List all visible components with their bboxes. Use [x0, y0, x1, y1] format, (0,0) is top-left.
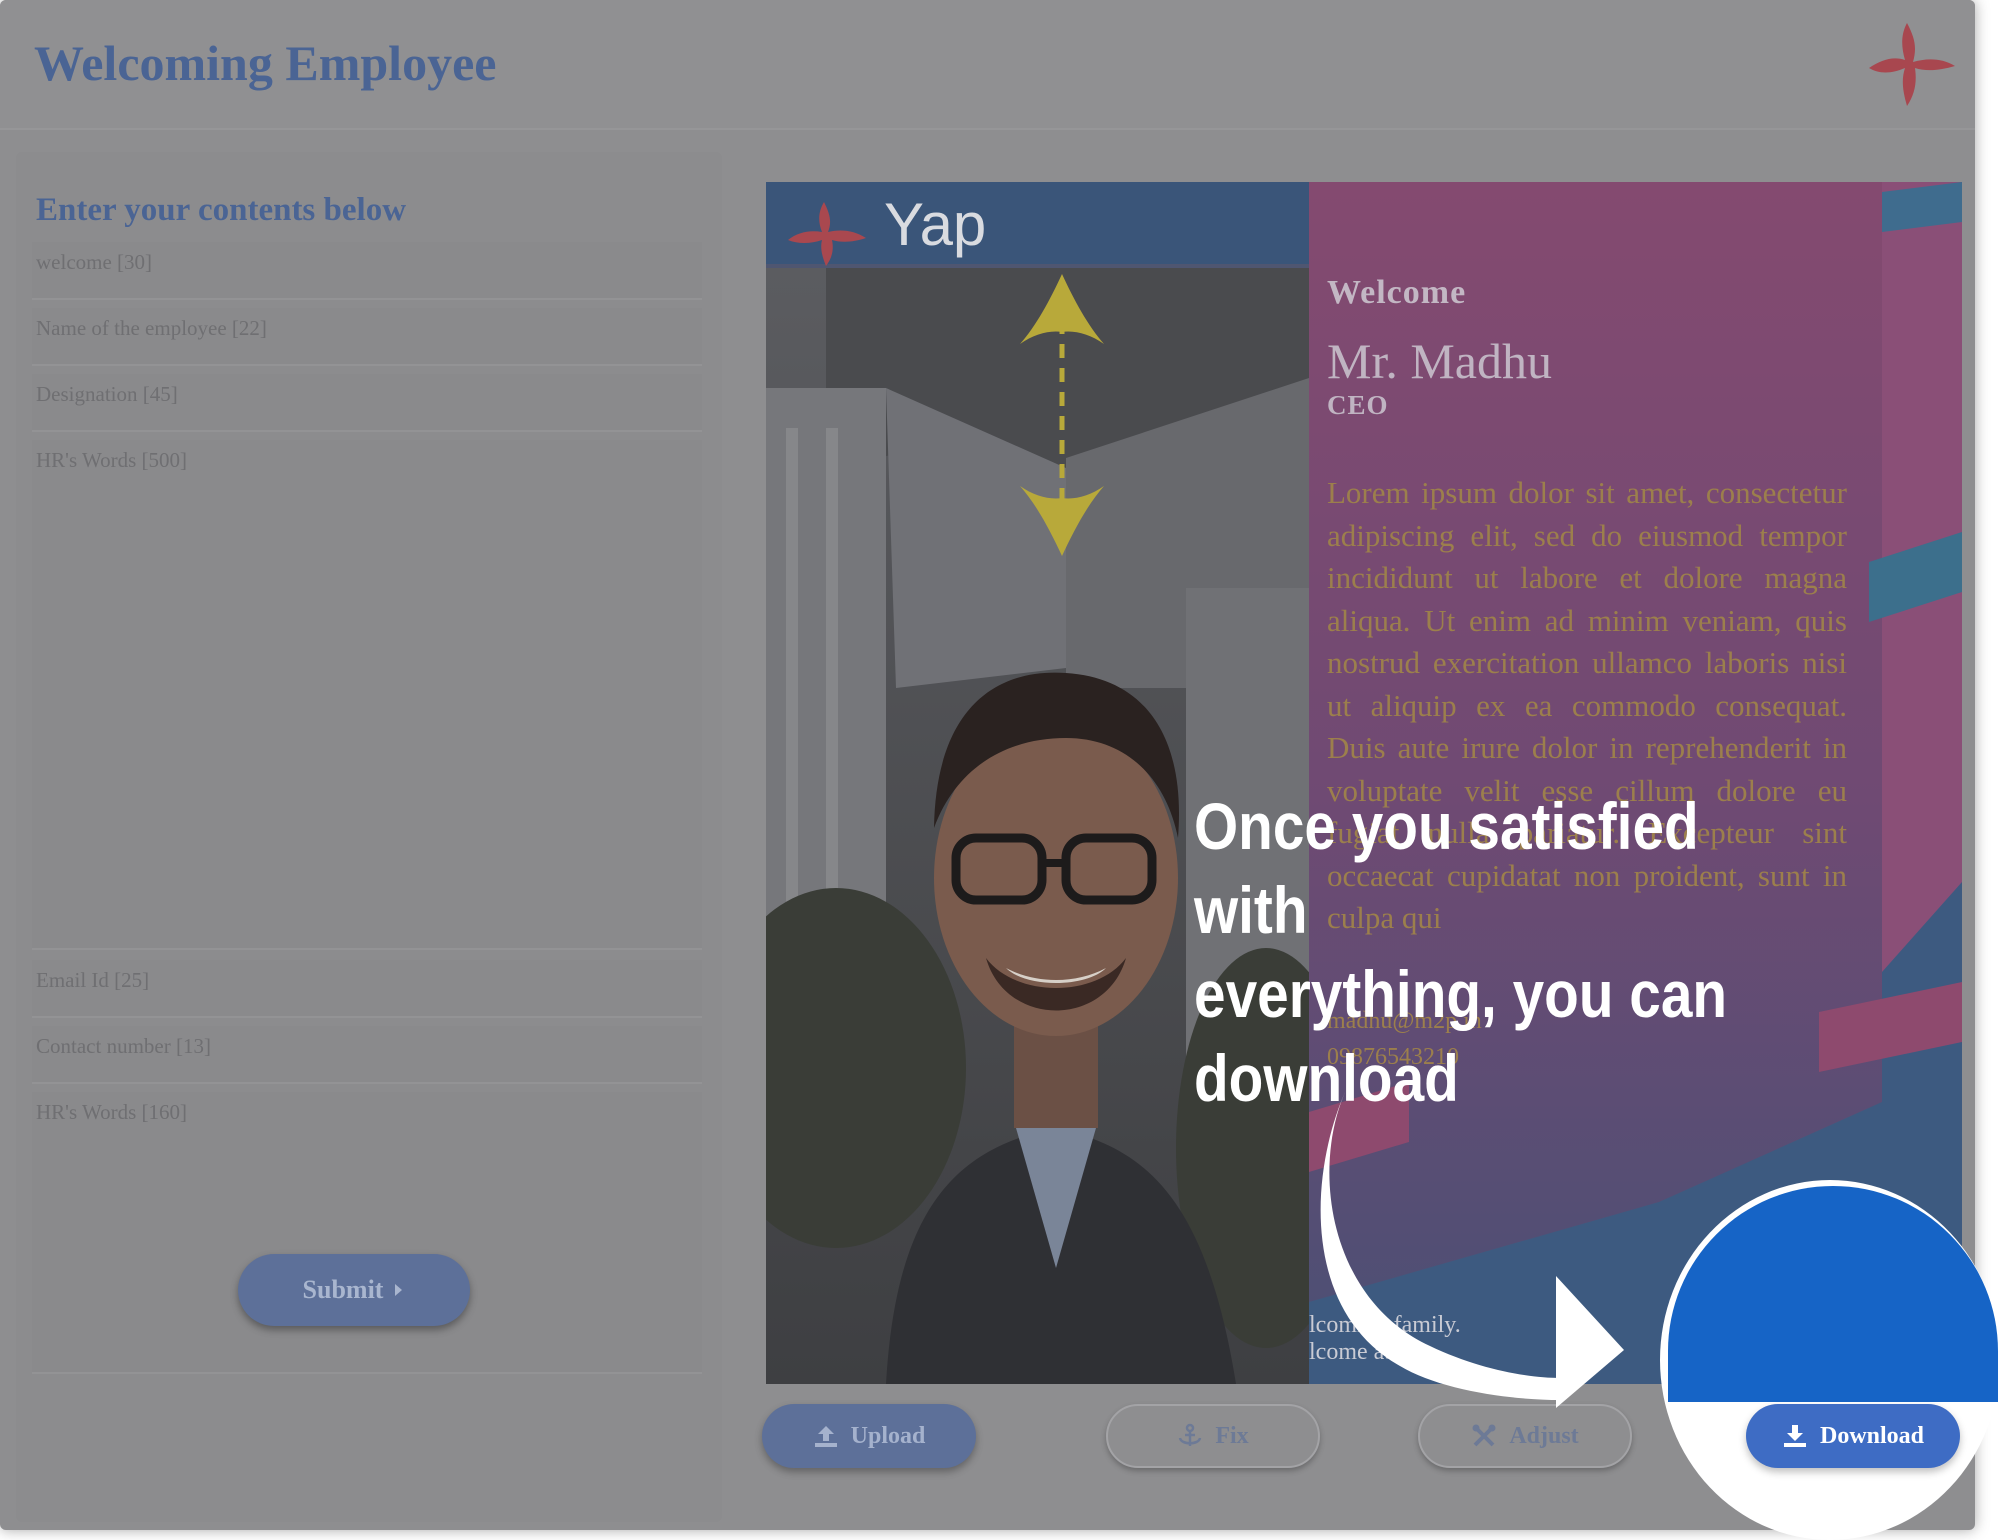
tutorial-hint-line-3: download [1194, 1041, 1459, 1115]
contact-number-placeholder: Contact number [13] [36, 1034, 211, 1058]
email-input[interactable]: Email Id [25] [32, 960, 702, 1018]
tutorial-hint-line-1: Once you satisfied with [1194, 789, 1699, 947]
contact-number-input[interactable]: Contact number [13] [32, 1026, 702, 1084]
adjust-button[interactable]: Adjust [1418, 1404, 1632, 1468]
upload-icon [814, 1426, 837, 1447]
page-title: Welcoming Employee [34, 35, 497, 91]
fix-label: Fix [1215, 1422, 1249, 1449]
card-brand-name: Yap [884, 191, 987, 258]
upload-label: Upload [850, 1422, 926, 1449]
tutorial-hint-line-2: everything, you can [1194, 957, 1728, 1031]
chevron-right-icon [395, 1284, 403, 1296]
hr-short-words-placeholder: HR's Words [160] [36, 1100, 188, 1124]
hr-words-textarea[interactable]: HR's Words [500] [32, 440, 702, 950]
yap-logo-icon [788, 202, 866, 266]
download-label: Download [1819, 1422, 1925, 1449]
employee-name-input[interactable]: Name of the employee [22] [32, 308, 702, 366]
tools-icon [1472, 1424, 1496, 1447]
hr-short-words-textarea[interactable]: HR's Words [160] [32, 1092, 702, 1374]
email-placeholder: Email Id [25] [36, 968, 150, 992]
hr-words-placeholder: HR's Words [500] [36, 448, 188, 472]
tutorial-hint-text: Once you satisfied with everything, you … [1194, 784, 1762, 1120]
card-employee-name: Mr. Madhu [1327, 333, 1552, 389]
welcome-input[interactable]: welcome [30] [32, 242, 702, 300]
fix-button[interactable]: Fix [1106, 1404, 1320, 1468]
upload-button[interactable]: Upload [762, 1404, 976, 1468]
download-button[interactable]: Download [1746, 1404, 1960, 1468]
submit-label: Submit [302, 1275, 384, 1304]
designation-input[interactable]: Designation [45] [32, 374, 702, 432]
anchor-icon [1179, 1423, 1202, 1446]
adjust-label: Adjust [1509, 1422, 1579, 1449]
card-welcome-text: Welcome [1327, 274, 1467, 311]
employee-name-placeholder: Name of the employee [22] [36, 316, 267, 340]
download-icon [1783, 1425, 1806, 1447]
header-bar: Welcoming Employee [0, 0, 1975, 130]
form-title: Enter your contents below [36, 192, 407, 228]
welcome-placeholder: welcome [30] [36, 250, 153, 274]
submit-button[interactable]: Submit [238, 1254, 470, 1326]
card-designation: CEO [1327, 390, 1389, 420]
designation-placeholder: Designation [45] [36, 382, 178, 406]
brand-logo-icon [1869, 23, 1955, 106]
